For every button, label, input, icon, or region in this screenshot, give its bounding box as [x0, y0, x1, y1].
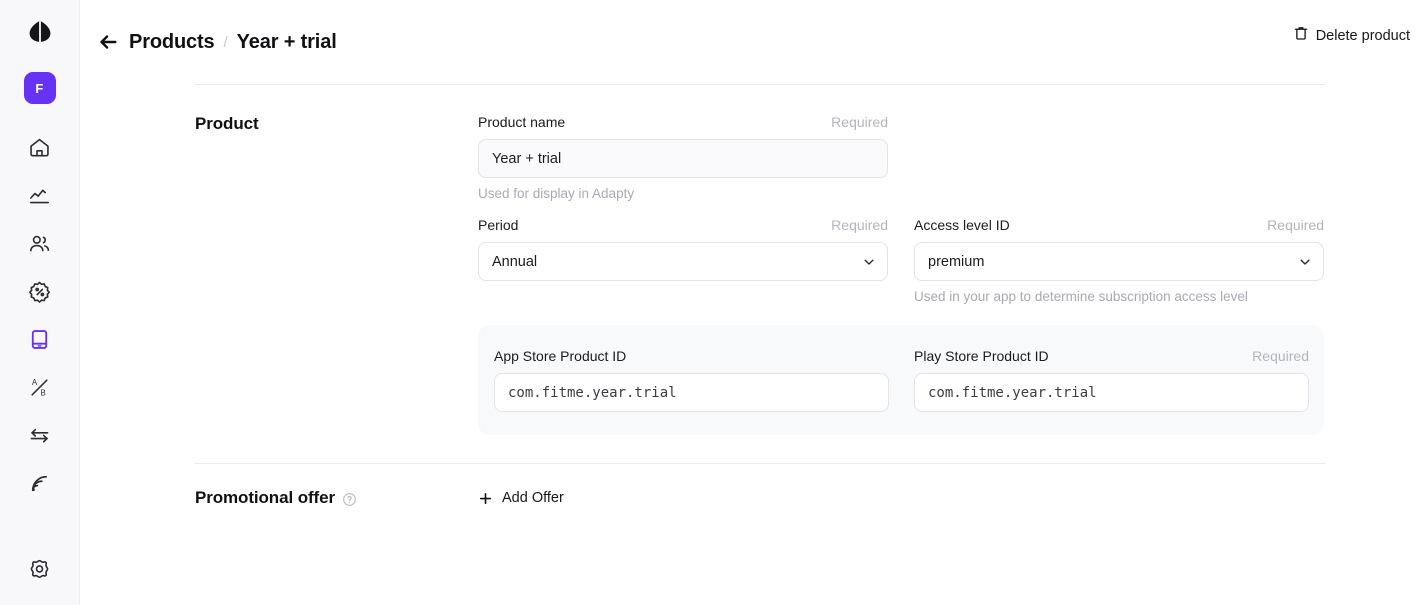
- sidebar-item-users[interactable]: [20, 226, 60, 266]
- field-period: Period Required Annual: [478, 217, 888, 304]
- access-level-select[interactable]: premium: [914, 242, 1324, 281]
- product-section-title-col: Product: [195, 114, 478, 435]
- field-head-app-store: App Store Product ID: [494, 348, 889, 364]
- gear-icon: [28, 558, 51, 586]
- sidebar-item-integrations[interactable]: [20, 418, 60, 458]
- app-store-product-id-input[interactable]: com.fitme.year.trial: [494, 373, 889, 412]
- field-app-store-product-id: App Store Product ID com.fitme.year.tria…: [494, 348, 889, 412]
- content-area: Product Product name Required Year + tri…: [80, 84, 1426, 508]
- period-selected-value: Annual: [492, 253, 538, 270]
- product-name-label: Product name: [478, 114, 566, 130]
- promo-section-title-col: Promotional offer: [195, 488, 478, 508]
- row-period-access: Period Required Annual Access level ID R…: [478, 217, 1325, 304]
- sidebar-item-settings[interactable]: [20, 552, 60, 592]
- org-avatar-f[interactable]: F: [23, 72, 56, 104]
- product-section-title-text: Product: [195, 114, 259, 133]
- sidebar-item-home[interactable]: [20, 130, 60, 170]
- access-level-hint: Used in your app to determine subscripti…: [914, 289, 1248, 304]
- delete-product-label: Delete product: [1315, 27, 1410, 44]
- field-head-access-level: Access level ID Required: [914, 217, 1324, 233]
- product-section: Product Product name Required Year + tri…: [195, 85, 1325, 435]
- promo-fields: Add Offer: [478, 488, 1325, 508]
- app-root: F A B Products / Year + trial Delete pro…: [0, 0, 1426, 605]
- svg-text:A: A: [32, 378, 38, 387]
- delete-product-button[interactable]: Delete product: [1293, 25, 1410, 46]
- period-select[interactable]: Annual: [478, 242, 888, 281]
- question-circle-icon[interactable]: [342, 492, 357, 507]
- promotional-offer-section: Promotional offer Add Offer: [195, 464, 1325, 508]
- paywall-tablet-icon: [28, 328, 51, 356]
- sidebar-bottom: [20, 552, 60, 600]
- play-store-label: Play Store Product ID: [914, 348, 1049, 364]
- sidebar-item-paywalls[interactable]: [20, 322, 60, 362]
- access-level-selected-value: premium: [928, 253, 985, 270]
- sidebar-item-ab-tests[interactable]: A B: [20, 370, 60, 410]
- row-product-name: Product name Required Year + trial Used …: [478, 114, 1325, 201]
- add-offer-label: Add Offer: [502, 490, 564, 506]
- period-label: Period: [478, 217, 519, 233]
- ab-test-icon: A B: [28, 376, 51, 404]
- field-head-product-name: Product name Required: [478, 114, 888, 130]
- access-level-label: Access level ID: [914, 217, 1010, 233]
- field-access-level: Access level ID Required premium Used in…: [914, 217, 1324, 304]
- access-level-required: Required: [1267, 217, 1324, 233]
- breadcrumb-products-link[interactable]: Products: [129, 31, 215, 54]
- product-name-input[interactable]: Year + trial: [478, 139, 888, 178]
- broadcast-signal-icon: [28, 472, 51, 500]
- users-icon: [28, 232, 51, 260]
- arrow-left-icon[interactable]: [95, 29, 121, 55]
- field-play-store-product-id: Play Store Product ID Required com.fitme…: [914, 348, 1309, 412]
- chevron-down-icon: [1298, 255, 1312, 269]
- topbar: Products / Year + trial Delete product: [80, 0, 1426, 84]
- analytics-chart-icon: [28, 184, 51, 212]
- product-section-title: Product: [195, 114, 478, 134]
- product-fields: Product name Required Year + trial Used …: [478, 114, 1325, 435]
- field-product-name: Product name Required Year + trial Used …: [478, 114, 888, 201]
- play-store-required: Required: [1252, 348, 1309, 364]
- sidebar-nav: A B: [20, 130, 60, 514]
- breadcrumb: Products / Year + trial: [95, 29, 337, 55]
- adapty-logo[interactable]: [24, 17, 56, 49]
- chevron-down-icon: [862, 255, 876, 269]
- promo-section-title: Promotional offer: [195, 488, 478, 508]
- discount-badge-icon: [28, 280, 51, 308]
- sidebar: F A B: [0, 0, 80, 605]
- sidebar-item-analytics[interactable]: [20, 178, 60, 218]
- field-head-period: Period Required: [478, 217, 888, 233]
- play-store-product-id-input[interactable]: com.fitme.year.trial: [914, 373, 1309, 412]
- add-offer-button[interactable]: Add Offer: [478, 490, 1325, 506]
- app-store-label: App Store Product ID: [494, 348, 627, 364]
- org-avatar-label: F: [35, 80, 44, 96]
- product-name-required: Required: [831, 114, 888, 130]
- transfer-arrows-icon: [28, 424, 51, 452]
- plus-icon: [478, 491, 493, 506]
- period-required: Required: [831, 217, 888, 233]
- home-icon: [28, 136, 51, 164]
- svg-text:B: B: [40, 389, 45, 398]
- main-content: Products / Year + trial Delete product P…: [80, 0, 1426, 605]
- page-title: Year + trial: [236, 30, 337, 53]
- promo-section-title-text: Promotional offer: [195, 488, 335, 507]
- store-ids-panel: App Store Product ID com.fitme.year.tria…: [478, 325, 1324, 435]
- breadcrumb-separator: /: [223, 33, 228, 51]
- sidebar-item-promo-campaigns[interactable]: [20, 274, 60, 314]
- product-name-hint: Used for display in Adapty: [478, 186, 635, 201]
- trash-icon: [1293, 25, 1309, 46]
- field-head-play-store: Play Store Product ID Required: [914, 348, 1309, 364]
- sidebar-item-events[interactable]: [20, 466, 60, 506]
